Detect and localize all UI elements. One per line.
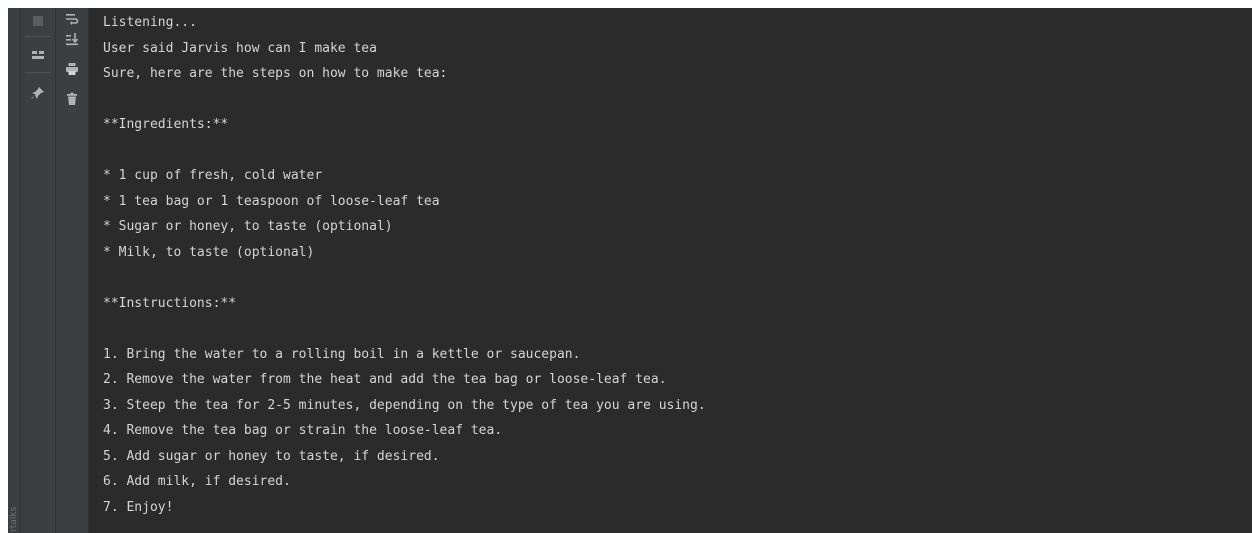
console-line: **Instructions:**: [103, 295, 237, 311]
run-toolbar-right: [56, 8, 89, 533]
console-line: **Ingredients:**: [103, 117, 229, 132]
print-icon[interactable]: [61, 58, 83, 80]
toolbar-separator: [25, 72, 51, 73]
console-line: 1. Bring the water to a rolling boil in …: [103, 346, 581, 362]
screen-frame: rtalks Listening... User said Jarvis how…: [0, 0, 1252, 533]
ide-run-panel: rtalks Listening... User said Jarvis how…: [8, 8, 1252, 533]
console-line: 7. Enjoy!: [103, 499, 174, 515]
console-line: Listening...: [103, 15, 197, 30]
pin-icon[interactable]: [27, 82, 49, 104]
console-line: * 1 tea bag or 1 teaspoon of loose-leaf …: [103, 193, 440, 209]
console-line: 3. Steep the tea for 2-5 minutes, depend…: [103, 397, 706, 413]
console-line: 2. Remove the water from the heat and ad…: [103, 372, 667, 387]
console-line: * Sugar or honey, to taste (optional): [103, 219, 393, 234]
trash-icon[interactable]: [61, 88, 83, 110]
console-line: 6. Add milk, if desired.: [103, 474, 291, 489]
scroll-to-end-icon[interactable]: [61, 28, 83, 50]
run-toolbar-left: [21, 8, 56, 533]
stop-icon[interactable]: [27, 10, 49, 32]
console-line: 4. Remove the tea bag or strain the loos…: [103, 423, 503, 438]
console-line: * 1 cup of fresh, cold water: [103, 168, 323, 183]
console-line: * Milk, to taste (optional): [103, 244, 315, 260]
console-line: 5. Add sugar or honey to taste, if desir…: [103, 448, 440, 464]
soft-wrap-icon[interactable]: [61, 8, 83, 30]
toolbar-separator: [25, 36, 51, 37]
console-output[interactable]: Listening... User said Jarvis how can I …: [89, 8, 1252, 533]
outer-tool-strip: rtalks: [8, 8, 21, 533]
vertical-tool-label[interactable]: rtalks: [9, 507, 19, 532]
console-line: Sure, here are the steps on how to make …: [103, 66, 448, 81]
console-line: User said Jarvis how can I make tea: [103, 40, 377, 56]
layout-icon[interactable]: [27, 44, 49, 66]
